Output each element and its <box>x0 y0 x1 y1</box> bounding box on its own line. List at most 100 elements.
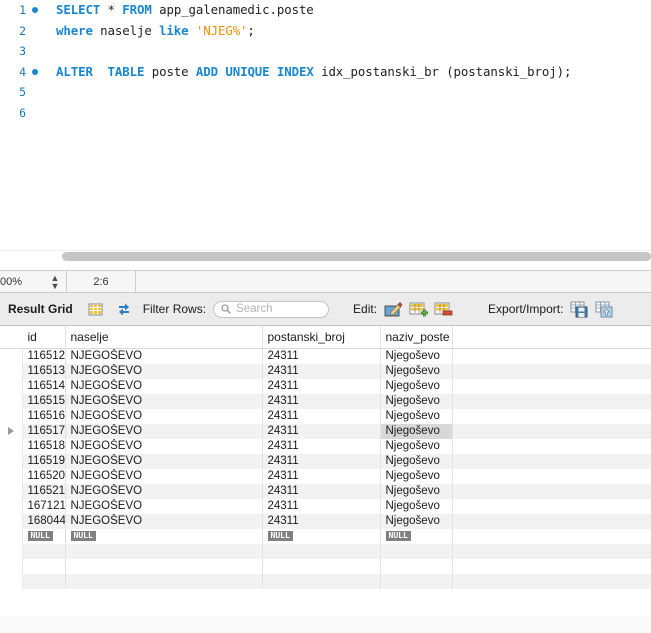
search-input[interactable] <box>236 303 322 315</box>
cell-naselje[interactable]: NJEGOŠEVO <box>65 409 263 424</box>
cell-postanski-broj[interactable]: 24311 <box>262 394 381 409</box>
cell-extra[interactable] <box>452 499 651 514</box>
cell-extra[interactable] <box>452 484 651 499</box>
cell-naselje[interactable]: NJEGOŠEVO <box>65 514 263 529</box>
cell-naziv-poste[interactable]: Njegoševo <box>380 469 453 484</box>
table-row[interactable]: 168044 NJEGOŠEVO 24311 Njegoševo <box>0 514 651 529</box>
row-marker[interactable] <box>0 514 23 529</box>
cell-postanski-broj[interactable]: 24311 <box>262 499 381 514</box>
statement-marker-icon[interactable] <box>26 62 44 83</box>
search-box[interactable] <box>213 300 330 318</box>
cell-postanski-broj[interactable]: 24311 <box>262 454 381 469</box>
cell-extra[interactable] <box>452 529 651 544</box>
cell-naselje[interactable]: NJEGOŠEVO <box>65 469 263 484</box>
cell-extra[interactable] <box>452 364 651 379</box>
cell-naselje[interactable]: NJEGOŠEVO <box>65 454 263 469</box>
column-header-postanski-broj[interactable]: postanski_broj <box>262 326 381 349</box>
null-cell-postanski-broj[interactable]: NULL <box>262 529 381 544</box>
editor-scrollbar-thumb[interactable] <box>62 252 651 261</box>
row-marker[interactable] <box>0 529 23 544</box>
table-row[interactable]: 116516 NJEGOŠEVO 24311 Njegoševo <box>0 409 651 424</box>
cell-id[interactable]: 116518 <box>22 439 66 454</box>
table-row[interactable]: 167121 NJEGOŠEVO 24311 Njegoševo <box>0 499 651 514</box>
cell-postanski-broj[interactable]: 24311 <box>262 484 381 499</box>
cell-postanski-broj[interactable]: 24311 <box>262 364 381 379</box>
cell-extra[interactable] <box>452 379 651 394</box>
cell-id[interactable]: 116520 <box>22 469 66 484</box>
cell-extra[interactable] <box>452 348 651 364</box>
cell-extra[interactable] <box>452 454 651 469</box>
statement-marker-icon[interactable] <box>26 0 44 21</box>
row-marker[interactable] <box>0 409 23 424</box>
code-line[interactable]: 2 where naselje like 'NJEG%'; <box>0 21 651 42</box>
code-line[interactable]: 5 <box>0 82 651 103</box>
cell-naselje[interactable]: NJEGOŠEVO <box>65 379 263 394</box>
cell-id[interactable]: 116512 <box>22 348 66 364</box>
cell-naziv-poste[interactable]: Njegoševo <box>380 379 453 394</box>
cell-id[interactable]: 116515 <box>22 394 66 409</box>
cell-naziv-poste[interactable]: Njegoševo <box>380 454 453 469</box>
cell-naziv-poste[interactable]: Njegoševo <box>380 424 453 439</box>
cell-extra[interactable] <box>452 514 651 529</box>
cell-postanski-broj[interactable]: 24311 <box>262 379 381 394</box>
import-recordset-button[interactable] <box>594 300 615 319</box>
row-marker[interactable] <box>0 348 23 364</box>
result-grid[interactable]: id naselje postanski_broj naziv_poste 11… <box>0 326 651 633</box>
row-marker[interactable] <box>0 469 23 484</box>
empty-row[interactable] <box>0 574 651 589</box>
cell-naziv-poste[interactable]: Njegoševo <box>380 439 453 454</box>
code-line[interactable]: 3 <box>0 41 651 62</box>
table-row[interactable]: 116513 NJEGOŠEVO 24311 Njegoševo <box>0 364 651 379</box>
column-header-id[interactable]: id <box>22 326 66 349</box>
table-row[interactable]: 116515 NJEGOŠEVO 24311 Njegoševo <box>0 394 651 409</box>
cell-naselje[interactable]: NJEGOŠEVO <box>65 424 263 439</box>
cell-naselje[interactable]: NJEGOŠEVO <box>65 394 263 409</box>
cell-naselje[interactable]: NJEGOŠEVO <box>65 348 263 364</box>
cell-postanski-broj[interactable]: 24311 <box>262 348 381 364</box>
code-line[interactable]: 4 ALTER TABLE poste ADD UNIQUE INDEX idx_… <box>0 62 651 83</box>
cell-extra[interactable] <box>452 439 651 454</box>
cell-naselje[interactable]: NJEGOŠEVO <box>65 439 263 454</box>
row-marker[interactable] <box>0 364 23 379</box>
cell-naziv-poste[interactable]: Njegoševo <box>380 409 453 424</box>
empty-row[interactable] <box>0 559 651 574</box>
cell-postanski-broj[interactable]: 24311 <box>262 469 381 484</box>
cell-postanski-broj[interactable]: 24311 <box>262 424 381 439</box>
export-recordset-button[interactable] <box>569 300 590 319</box>
sql-editor[interactable]: 1 SELECT * FROM app_galenamedic.poste 2 whe… <box>0 0 651 270</box>
row-marker[interactable] <box>0 379 23 394</box>
cell-postanski-broj[interactable]: 24311 <box>262 439 381 454</box>
cell-naziv-poste[interactable]: Njegoševo <box>380 348 453 364</box>
empty-row[interactable] <box>0 544 651 559</box>
delete-row-button[interactable] <box>433 300 454 319</box>
cell-id[interactable]: 116513 <box>22 364 66 379</box>
cell-id[interactable]: 116516 <box>22 409 66 424</box>
cell-naziv-poste[interactable]: Njegoševo <box>380 394 453 409</box>
null-cell-naselje[interactable]: NULL <box>65 529 263 544</box>
table-row[interactable]: 116520 NJEGOŠEVO 24311 Njegoševo <box>0 469 651 484</box>
cell-naziv-poste[interactable]: Njegoševo <box>380 499 453 514</box>
cell-extra[interactable] <box>452 409 651 424</box>
cell-postanski-broj[interactable]: 24311 <box>262 514 381 529</box>
edit-row-button[interactable] <box>383 300 404 319</box>
column-header-naziv-poste[interactable]: naziv_poste <box>380 326 453 349</box>
refresh-icon[interactable] <box>115 300 133 318</box>
code-line[interactable]: 6 <box>0 103 651 124</box>
table-row[interactable]: 116514 NJEGOŠEVO 24311 Njegoševo <box>0 379 651 394</box>
sql-code-lines[interactable]: 1 SELECT * FROM app_galenamedic.poste 2 whe… <box>0 0 651 124</box>
insert-row-button[interactable] <box>408 300 429 319</box>
cell-naziv-poste[interactable]: Njegoševo <box>380 364 453 379</box>
result-grid-body[interactable]: 116512 NJEGOŠEVO 24311 Njegoševo 116513 NJEGO… <box>0 348 651 589</box>
row-marker[interactable] <box>0 424 23 439</box>
cell-naziv-poste[interactable]: Njegoševo <box>380 514 453 529</box>
cell-id[interactable]: 116521 <box>22 484 66 499</box>
cell-naselje[interactable]: NJEGOŠEVO <box>65 499 263 514</box>
cell-extra[interactable] <box>452 394 651 409</box>
cell-id[interactable]: 168044 <box>22 514 66 529</box>
row-marker[interactable] <box>0 394 23 409</box>
code-line[interactable]: 1 SELECT * FROM app_galenamedic.poste <box>0 0 651 21</box>
cell-naselje[interactable]: NJEGOŠEVO <box>65 364 263 379</box>
cell-naziv-poste[interactable]: Njegoševo <box>380 484 453 499</box>
grid-view-icon[interactable] <box>87 300 105 318</box>
cell-id[interactable]: 167121 <box>22 499 66 514</box>
